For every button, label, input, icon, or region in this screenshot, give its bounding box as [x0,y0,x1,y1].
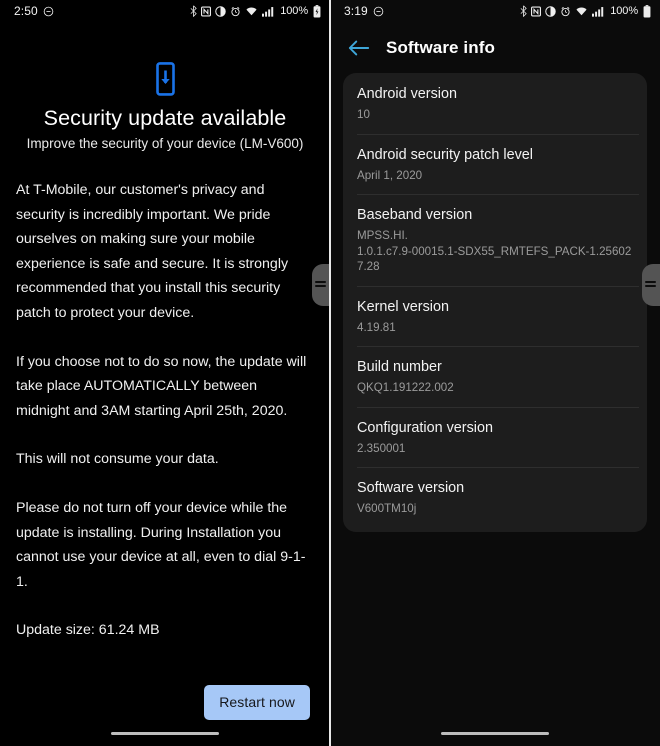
list-item[interactable]: Android version 10 [343,73,647,134]
action-bar-title: Software info [386,38,495,57]
list-item[interactable]: Software version V600TM10j [343,467,647,528]
software-info-card: Android version 10 Android security patc… [343,73,647,532]
grip-lines-icon [315,281,326,289]
update-size-label: Update size: 61.24 MB [16,622,160,639]
list-item-value: 10 [357,108,370,121]
do-not-disturb-icon [373,6,384,17]
list-item-value: V600TM10j [357,502,417,515]
list-item-label: Kernel version [357,298,449,315]
action-bar: Software info [330,30,660,66]
paragraph-3: This will not consume your data. [16,451,219,468]
left-screen-security-update: 2:50 100% Security update available Impr… [0,0,330,746]
back-arrow-icon[interactable] [346,35,372,61]
nfc-icon [531,6,542,17]
list-item-label: Android security patch level [357,146,533,163]
alarm-icon [230,6,241,17]
list-item-value: April 1, 2020 [357,168,423,182]
alarm-icon [560,6,571,17]
list-item-value: MPSS.HI. 1.0.1.c7.9-00015.1-SDX55_RMTEFS_… [357,229,632,273]
screenshot-divider [329,0,331,746]
battery-percent-label: 100% [280,5,308,17]
list-item[interactable]: Kernel version 4.19.81 [343,285,647,347]
restart-now-button[interactable]: Restart now [204,685,310,720]
list-item[interactable]: Android security patch level April 1, 20… [343,133,647,195]
wifi-icon [575,6,588,17]
bluetooth-icon [520,5,528,17]
status-icon-group: 100% [190,4,321,18]
battery-percent-label: 100% [610,5,638,17]
cellular-signal-icon [592,6,604,17]
bluetooth-icon [190,5,198,17]
edge-panel-handle[interactable] [642,264,660,306]
dual-screenshot: 2:50 100% Security update available Impr… [0,0,660,746]
right-status-bar: 3:19 100% [330,0,660,22]
status-time: 2:50 [14,4,38,18]
left-status-bar: 2:50 100% [0,0,330,22]
list-item[interactable]: Configuration version 2.350001 [343,406,647,468]
list-item-label: Android version [357,86,457,102]
paragraph-1: At T-Mobile, our customer's privacy and … [16,182,289,321]
update-icon-container [0,62,330,101]
list-item-value: 4.19.81 [357,320,396,334]
wifi-icon [245,6,258,17]
list-item-label: Baseband version [357,207,473,223]
nfc-icon [201,6,212,17]
status-time: 3:19 [344,4,368,18]
cellular-signal-icon [262,6,274,17]
battery-icon [313,4,321,18]
grip-lines-icon [645,281,656,289]
list-item[interactable]: Baseband version MPSS.HI. 1.0.1.c7.9-0001… [343,194,647,286]
list-item-label: Configuration version [357,419,493,436]
list-item-label: Software version [357,480,465,496]
gesture-nav-pill[interactable] [441,731,549,735]
list-item-value: QKQ1.191222.002 [357,381,454,394]
list-item-value: 2.350001 [357,441,406,455]
list-item-label: Build number [357,359,442,375]
do-not-disturb-icon [43,6,54,17]
contrast-icon [545,5,556,17]
edge-panel-handle[interactable] [312,264,330,306]
gesture-nav-pill[interactable] [111,731,219,735]
page-subtitle: Improve the security of your device (LM-… [26,136,304,151]
update-body-text: At T-Mobile, our customer's privacy and … [16,178,314,643]
status-icon-group: 100% [520,4,651,18]
right-screen-software-info: 3:19 100% Software info Android version … [330,0,660,746]
page-title: Security update available [43,106,287,130]
battery-icon [643,4,651,18]
phone-download-icon [152,62,179,101]
contrast-icon [215,5,226,17]
paragraph-2: If you choose not to do so now, the upda… [16,353,307,419]
list-item[interactable]: Build number QKQ1.191222.002 [343,346,647,407]
paragraph-4: Please do not turn off your device while… [16,499,306,590]
